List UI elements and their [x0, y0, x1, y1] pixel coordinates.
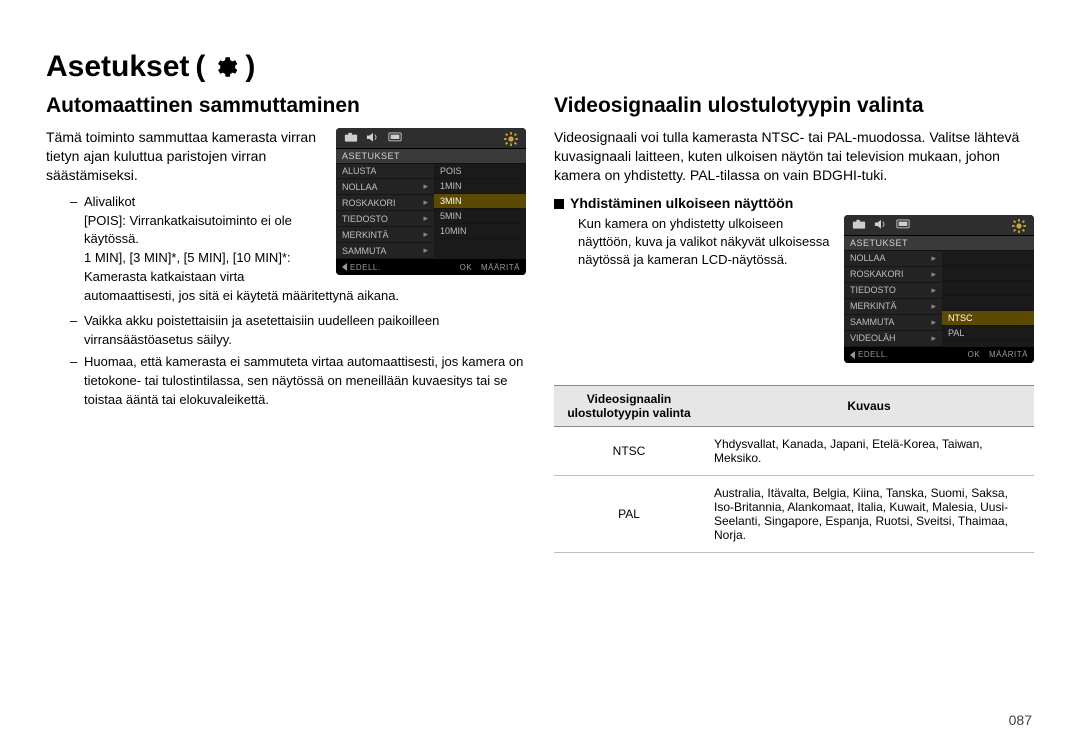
gear-small-icon — [504, 132, 518, 144]
lcd-menu-item: MERKINTÄ▸ — [844, 299, 942, 315]
sound-icon — [366, 132, 380, 144]
section-auto-shutoff: Automaattinen sammuttaminen ASE — [46, 94, 526, 553]
lcd-top-icons — [336, 128, 526, 149]
video-format-table: Videosignaalin ulostulotyypin valinta Ku… — [554, 385, 1034, 553]
page-number: 087 — [1009, 712, 1032, 728]
page-title: Asetukset ( ) — [46, 50, 1034, 84]
page-title-text: Asetukset — [46, 50, 189, 84]
lcd-menu-item: ALUSTA — [336, 164, 434, 179]
lcd-menu-item: VIDEOLÄH▸ — [844, 331, 942, 347]
lcd-option: PAL — [942, 326, 1034, 341]
camera-lcd-auto-shutoff: ASETUKSET ALUSTA NOLLAA▸ ROSKAKORI▸ TIED… — [336, 128, 526, 275]
lcd-menu-item: ROSKAKORI▸ — [844, 267, 942, 283]
lcd-option: 10MIN — [434, 224, 526, 239]
section-video-output: Videosignaalin ulostulotyypin valinta Vi… — [554, 94, 1034, 553]
sound-icon — [874, 219, 888, 231]
lcd-back-label: EDELL. — [850, 350, 889, 359]
lcd-top-icons — [844, 215, 1034, 236]
display-icon — [388, 132, 402, 144]
lcd-option: POIS — [434, 164, 526, 179]
open-paren: ( — [195, 50, 205, 84]
lcd-option-selected: NTSC — [942, 311, 1034, 326]
lcd-option-selected: 3MIN — [434, 194, 526, 209]
section-heading: Automaattinen sammuttaminen — [46, 94, 526, 118]
camera-lcd-video-output: ASETUKSET NOLLAA▸ ROSKAKORI▸ TIEDOSTO▸ M… — [844, 215, 1034, 363]
camera-icon — [344, 132, 358, 144]
subsection-heading: Yhdistäminen ulkoiseen näyttöön — [554, 195, 1034, 211]
table-cell-value: Australia, Itävalta, Belgia, Kiina, Tans… — [704, 475, 1034, 552]
lcd-menu-item: SAMMUTA▸ — [336, 243, 434, 259]
table-row: NTSC Yhdysvallat, Kanada, Japani, Etelä-… — [554, 426, 1034, 475]
lcd-back-label: EDELL. — [342, 263, 381, 272]
lcd-ok-label: OK MÄÄRITÄ — [460, 263, 520, 272]
lcd-menu-item: TIEDOSTO▸ — [336, 211, 434, 227]
lcd-menu-item: NOLLAA▸ — [844, 251, 942, 267]
intro-text: Videosignaali voi tulla kamerasta NTSC- … — [554, 128, 1034, 185]
square-bullet-icon — [554, 199, 564, 209]
table-cell-key: PAL — [554, 475, 704, 552]
lcd-menu-item: SAMMUTA▸ — [844, 315, 942, 331]
section-heading: Videosignaalin ulostulotyypin valinta — [554, 94, 1034, 118]
close-paren: ) — [245, 50, 255, 84]
lcd-menu-item: TIEDOSTO▸ — [844, 283, 942, 299]
note-item: –Huomaa, että kamerasta ei sammuteta vir… — [70, 353, 526, 410]
lcd-menu-item: ROSKAKORI▸ — [336, 195, 434, 211]
submenu-heading: – Alivalikot — [70, 193, 326, 212]
lcd-menu-item: MERKINTÄ▸ — [336, 227, 434, 243]
gear-small-icon — [1012, 219, 1026, 231]
camera-icon — [852, 219, 866, 231]
table-cell-value: Yhdysvallat, Kanada, Japani, Etelä-Korea… — [704, 426, 1034, 475]
lcd-menu-title: ASETUKSET — [336, 149, 434, 164]
display-icon — [896, 219, 910, 231]
note-item: –Vaikka akku poistettaisiin ja asetettai… — [70, 312, 526, 350]
table-header: Videosignaalin ulostulotyypin valinta — [554, 385, 704, 426]
lcd-option: 1MIN — [434, 179, 526, 194]
table-row: PAL Australia, Itävalta, Belgia, Kiina, … — [554, 475, 1034, 552]
table-header: Kuvaus — [704, 385, 1034, 426]
subsection-text: Kun kamera on yhdistetty ulkoiseen näytt… — [578, 215, 834, 270]
lcd-menu-title: ASETUKSET — [844, 236, 942, 251]
lcd-option: 5MIN — [434, 209, 526, 224]
lcd-menu-item: NOLLAA▸ — [336, 179, 434, 195]
lcd-ok-label: OK MÄÄRITÄ — [968, 350, 1028, 359]
gear-icon — [211, 53, 239, 81]
table-cell-key: NTSC — [554, 426, 704, 475]
